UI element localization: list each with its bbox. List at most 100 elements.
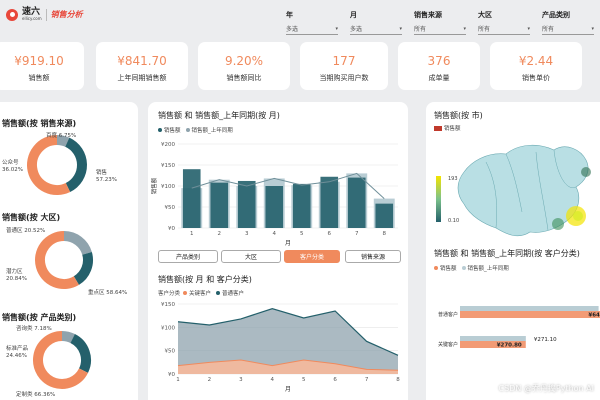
x-tick-label: 5 xyxy=(302,377,306,383)
donut-title-category: 销售额(按 产品类别) xyxy=(2,313,77,322)
donut-label: 普通区 20.52% xyxy=(6,228,46,234)
tab-sales-source[interactable]: 销售来源 xyxy=(345,250,401,263)
legend-swatch xyxy=(434,266,438,270)
filter-month[interactable]: 月 多选 ▾ xyxy=(350,10,402,35)
logo-domain: ellicy.com xyxy=(22,16,42,21)
kpi-card-last-year: ¥841.70 上年同期销售额 xyxy=(96,42,188,90)
map-hotspot xyxy=(581,167,591,177)
bar-sales[interactable] xyxy=(292,183,311,228)
legend-swatch xyxy=(185,128,190,132)
hbar-value-label: ¥270.80 xyxy=(497,343,522,349)
y-tick-label: ¥100 xyxy=(161,184,175,190)
x-tick-label: 3 xyxy=(245,231,249,237)
area-chart-title: 销售额(按 月 和 客户分类) xyxy=(158,275,252,284)
donut-slice[interactable] xyxy=(61,331,75,344)
header: 速六 ellicy.com 销售分析 年 多选 ▾ 月 多选 ▾ 销售来源 所有 ▾ … xyxy=(0,0,600,38)
donut-slice[interactable] xyxy=(64,137,87,192)
donut-chart-region xyxy=(35,231,93,289)
x-tick-label: 2 xyxy=(208,377,212,383)
y-tick-label: ¥0 xyxy=(168,372,175,378)
donut-slice[interactable] xyxy=(35,231,79,289)
legend-swatch xyxy=(434,125,442,131)
x-tick-label: 6 xyxy=(328,231,332,237)
donut-label: 咨询类 7.18% xyxy=(16,326,52,332)
map-scale-min: 0.10 xyxy=(448,218,460,224)
donut-slice[interactable] xyxy=(70,334,91,373)
x-tick-label: 7 xyxy=(355,231,359,237)
logo-divider xyxy=(45,8,47,21)
legend-swatch xyxy=(216,291,221,295)
x-tick-label: 6 xyxy=(333,377,337,383)
donut-label: 公众号 36.02% xyxy=(2,160,23,173)
hbar-category-label: 普通客户 xyxy=(438,311,458,318)
donut-slice[interactable] xyxy=(63,231,92,256)
kpi-card-buyers: 177 当期购买用户数 xyxy=(300,42,388,90)
legend-swatch xyxy=(183,291,188,295)
x-tick-label: 5 xyxy=(300,231,304,237)
y-tick-label: ¥100 xyxy=(161,325,175,331)
chevron-down-icon: ▾ xyxy=(463,25,466,32)
donut-chart-category xyxy=(33,331,91,389)
donut-label: 定制类 66.36% xyxy=(16,392,56,398)
x-tick-label: 1 xyxy=(190,231,194,237)
hbar-sales[interactable] xyxy=(460,311,600,318)
bar-sales[interactable] xyxy=(375,203,394,228)
donut-label: 潜力区 20.84% xyxy=(6,269,27,282)
filter-category[interactable]: 产品类别 所有 ▾ xyxy=(542,10,594,35)
filter-region[interactable]: 大区 所有 ▾ xyxy=(478,10,530,35)
y-tick-label: ¥50 xyxy=(165,349,176,355)
legend-swatch xyxy=(158,128,162,132)
x-tick-label: 7 xyxy=(365,377,369,383)
monthly-bar-chart: ¥0 ¥50 ¥100 ¥150 ¥200 1 2 3 4 5 6 7 8 月 销售额 xyxy=(150,142,398,247)
hbar-chart-legend: 销售额 销售额_上年同期 xyxy=(434,264,514,272)
donut-title-source: 销售额(按 销售来源) xyxy=(2,119,77,128)
hbar-value-label: ¥648.30 xyxy=(588,313,600,319)
x-tick-label: 1 xyxy=(176,377,180,383)
bar-sales[interactable] xyxy=(265,186,284,228)
map-legend: 销售额 xyxy=(434,124,461,132)
map-scale-max: 193 xyxy=(448,176,458,182)
chevron-down-icon: ▾ xyxy=(335,25,338,32)
bar-sales[interactable] xyxy=(182,169,201,228)
bar-sales[interactable] xyxy=(210,182,229,228)
donut-slice[interactable] xyxy=(27,135,71,195)
hbar-last-year[interactable] xyxy=(460,306,599,311)
y-tick-label: ¥150 xyxy=(161,302,175,308)
x-tick-label: 4 xyxy=(271,377,275,383)
hbar-category-label: 关键客户 xyxy=(438,341,458,348)
map-hotspot xyxy=(573,211,583,221)
tab-region[interactable]: 大区 xyxy=(221,250,281,263)
map-title: 销售额(按 市) xyxy=(434,111,483,120)
donut-panel: 销售额(按 销售来源) 百度 6.75% 公众号 36.02% 销售 57.23% … xyxy=(0,102,138,400)
y-axis-label: 销售额 xyxy=(150,177,158,194)
kpi-card-orders: 376 成单量 xyxy=(398,42,480,90)
bar-chart-legend: 销售额 销售额_上年同期 xyxy=(158,126,238,134)
filter-year[interactable]: 年 多选 ▾ xyxy=(286,10,338,35)
bar-sales[interactable] xyxy=(320,176,339,228)
hbar-last-year[interactable] xyxy=(460,336,526,341)
hbar-chart-title: 销售额 和 销售额_上年同期(按 客户分类) xyxy=(434,249,580,258)
x-tick-label: 8 xyxy=(396,377,400,383)
y-tick-label: ¥150 xyxy=(161,163,175,169)
y-tick-label: ¥0 xyxy=(168,226,175,232)
legend-swatch xyxy=(461,266,466,270)
donut-slice[interactable] xyxy=(56,135,70,147)
donut-label: 重点区 58.64% xyxy=(88,290,128,296)
donut-label: 销售 57.23% xyxy=(96,170,117,183)
monthly-area-chart: ¥0 ¥50 ¥100 ¥150 1 2 3 4 5 6 7 8 月 xyxy=(161,302,400,393)
donut-chart-source xyxy=(27,135,87,195)
logo-icon xyxy=(6,8,18,21)
y-tick-label: ¥200 xyxy=(161,142,175,148)
x-axis-label: 月 xyxy=(285,240,291,247)
tab-customer-type[interactable]: 客户分类 xyxy=(284,250,340,263)
tab-product-category[interactable]: 产品类别 xyxy=(158,250,218,263)
y-tick-label: ¥50 xyxy=(165,205,176,211)
donut-slice[interactable] xyxy=(73,251,93,285)
customer-hbar-chart: 普通客户 ¥648.30 关键客户 ¥270.80 ¥271.10 xyxy=(438,306,600,349)
bar-sales[interactable] xyxy=(347,177,366,228)
chevron-down-icon: ▾ xyxy=(527,25,530,32)
x-tick-label: 3 xyxy=(239,377,243,383)
bar-chart-title: 销售额 和 销售额_上年同期(按 月) xyxy=(158,111,280,120)
filter-source[interactable]: 销售来源 所有 ▾ xyxy=(414,10,466,35)
bar-sales[interactable] xyxy=(237,180,256,228)
